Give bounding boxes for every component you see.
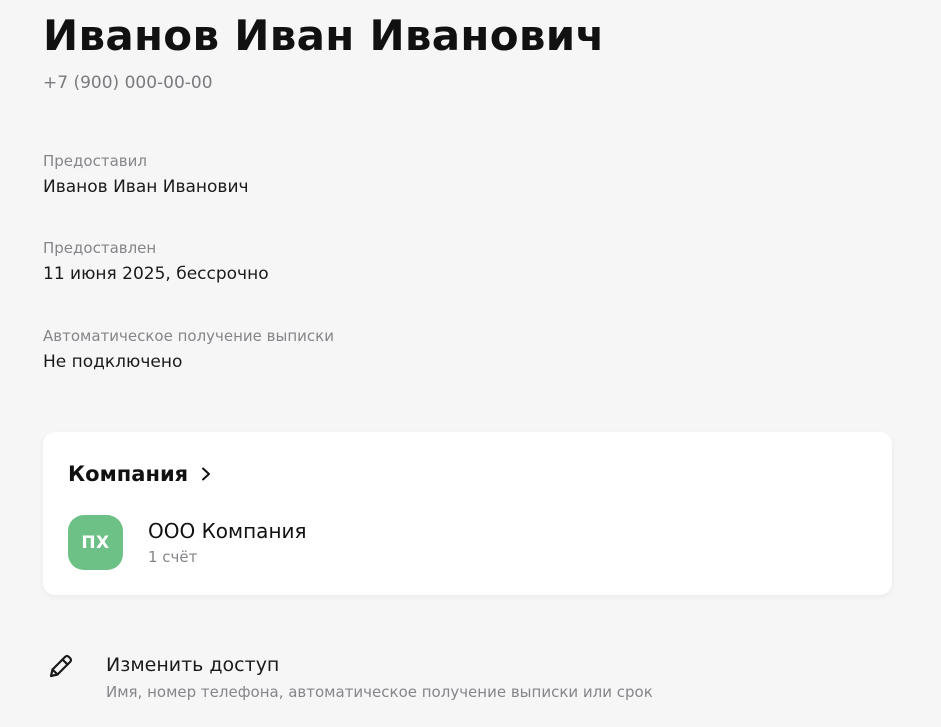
access-details-page: Иванов Иван Иванович +7 (900) 000-00-00 … (0, 0, 941, 727)
company-accounts-count: 1 счёт (148, 548, 198, 566)
page-title: Иванов Иван Иванович (43, 11, 605, 60)
company-item[interactable]: ПХ ООО Компания 1 счёт (68, 515, 307, 570)
auto-statement-value: Не подключено (43, 352, 183, 372)
granted-date-field: Предоставлен 11 июня 2025, бессрочно (43, 238, 269, 285)
edit-access-title: Изменить доступ (106, 654, 280, 676)
granted-date-value: 11 июня 2025, бессрочно (43, 264, 269, 284)
chevron-right-icon (202, 467, 211, 481)
company-name: ООО Компания (148, 519, 307, 543)
pencil-icon (49, 654, 73, 678)
granted-by-value: Иванов Иван Иванович (43, 177, 249, 197)
auto-statement-label: Автоматическое получение выписки (43, 327, 334, 345)
granted-by-field: Предоставил Иванов Иван Иванович (43, 151, 249, 198)
company-info: ООО Компания 1 счёт (148, 518, 307, 567)
granted-by-label: Предоставил (43, 152, 147, 170)
edit-access-subtitle: Имя, номер телефона, автоматическое полу… (106, 683, 653, 701)
auto-statement-field: Автоматическое получение выписки Не подк… (43, 326, 334, 373)
company-avatar: ПХ (68, 515, 123, 570)
company-section-title: Компания (68, 462, 189, 486)
company-card: Компания ПХ ООО Компания 1 счёт (43, 432, 892, 595)
edit-access-button[interactable]: Изменить доступ Имя, номер телефона, авт… (43, 648, 763, 708)
company-section-link[interactable]: Компания (68, 460, 214, 488)
phone-number: +7 (900) 000-00-00 (43, 73, 213, 93)
granted-date-label: Предоставлен (43, 239, 157, 257)
